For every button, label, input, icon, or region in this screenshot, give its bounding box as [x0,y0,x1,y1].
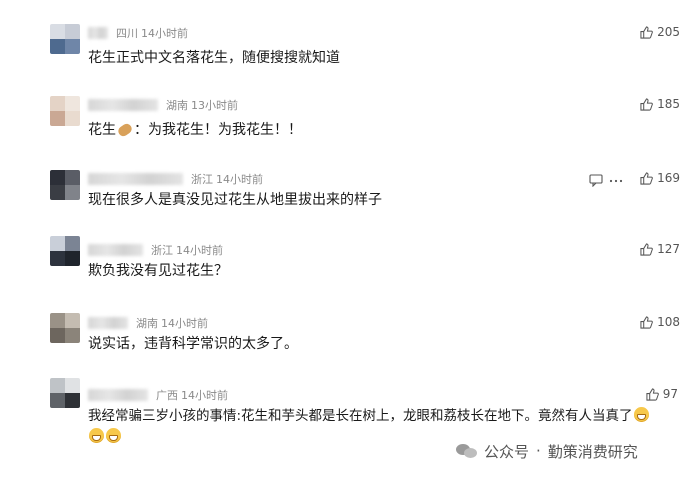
thumbs-up-icon [640,171,653,185]
reply-icon[interactable] [589,172,603,191]
avatar[interactable] [50,313,80,343]
comment-time: 13小时前 [191,99,238,112]
comment-time: 14小时前 [181,389,228,402]
grinning-emoji-icon [106,428,121,443]
wechat-icon [456,442,478,460]
comment-text: 花生 ：为我花生！为我花生！！ [88,120,302,140]
blurred-username [88,173,183,185]
like-count: 205 [657,25,680,39]
watermark-prefix: 公众号 [484,442,530,461]
comment-meta: 浙江 14小时前 [88,171,263,187]
peanut-emoji-icon [116,121,134,139]
watermark-separator: · [536,442,541,460]
like-count: 127 [657,242,680,256]
grinning-emoji-icon [633,407,649,422]
comment-location: 浙江 [191,173,213,186]
comment-location: 广西 [156,389,178,402]
like-button[interactable]: 97 [646,386,678,402]
comment-text: 现在很多人是真没见过花生从地里拔出来的样子 [88,192,382,208]
comment-text: 欺负我没有见过花生？ [88,263,228,279]
avatar[interactable] [50,24,80,54]
comment-text-line2 [88,427,122,447]
blurred-username [88,99,158,111]
watermark-name: 勤策消费研究 [547,442,638,461]
avatar[interactable] [50,236,80,266]
comment-text-start: 花生 [88,122,116,138]
like-button[interactable]: 185 [640,96,680,112]
avatar[interactable] [50,96,80,126]
blurred-username [88,389,148,401]
grinning-emoji-icon [89,428,104,443]
thumbs-up-icon [646,387,659,401]
like-count: 108 [657,315,680,329]
comment-location: 浙江 [151,244,173,257]
comment-time: 14小时前 [176,244,223,257]
avatar[interactable] [50,170,80,200]
comment-text-line1: 我经常骗三岁小孩的事情:花生和芋头都是长在树上，龙眼和荔枝长在地下。竟然有人当真… [88,408,633,424]
thumbs-up-icon [640,97,653,111]
comment-meta: 四川 14小时前 [88,25,188,41]
comment-meta: 广西 14小时前 [88,387,228,403]
more-icon[interactable] [609,172,623,191]
comment-time: 14小时前 [216,173,263,186]
like-button[interactable]: 127 [640,241,680,257]
like-count: 185 [657,97,680,111]
comment-meta: 湖南 13小时前 [88,97,238,113]
comment-time: 14小时前 [161,317,208,330]
comment-text: 说实话，违背科学常识的太多了。 [88,336,298,352]
like-button[interactable]: 205 [640,24,680,40]
comment-text-end: ：为我花生！为我花生！！ [134,122,302,138]
comment-location: 湖南 [136,317,158,330]
like-button[interactable]: 169 [640,170,680,186]
avatar[interactable] [50,378,80,408]
comment-location: 四川 [116,27,138,40]
like-button[interactable]: 108 [640,314,680,330]
watermark: 公众号 · 勤策消费研究 [456,440,638,462]
like-count: 97 [662,387,678,401]
comment-meta: 湖南 14小时前 [88,315,208,331]
comment-meta: 浙江 14小时前 [88,242,223,258]
thumbs-up-icon [640,242,653,256]
like-count: 169 [657,171,680,185]
comment-text: 我经常骗三岁小孩的事情:花生和芋头都是长在树上，龙眼和荔枝长在地下。竟然有人当真… [88,406,650,426]
comment-time: 14小时前 [141,27,188,40]
comment-text: 花生正式中文名落花生，随便搜搜就知道 [88,50,340,66]
thumbs-up-icon [640,315,653,329]
comment-location: 湖南 [166,99,188,112]
blurred-username [88,244,143,256]
blurred-username [88,27,108,39]
blurred-username [88,317,128,329]
thumbs-up-icon [640,25,653,39]
